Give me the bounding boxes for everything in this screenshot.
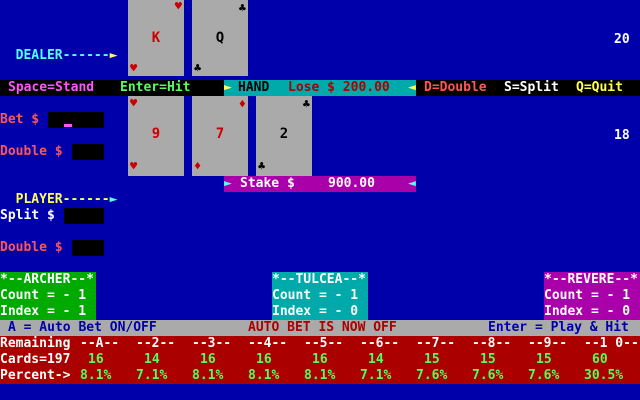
counter-count: Count = - 1	[272, 288, 359, 303]
counter-title: *--REVERE--*	[544, 272, 638, 287]
rank-header: --1 0--	[584, 336, 639, 351]
bet-cursor	[64, 124, 72, 127]
stake-value: 900.00	[328, 176, 375, 191]
stand-control[interactable]: Space=Stand	[8, 80, 94, 96]
split-field	[64, 208, 104, 224]
left-arrow-icon: ◄	[408, 80, 416, 95]
dealer-label: DEALER------►	[15, 48, 118, 63]
double-label-1: Double $	[0, 144, 63, 159]
card-percent: 7.6%	[472, 368, 504, 383]
card-percent: 8.1%	[248, 368, 280, 383]
bet-label: Bet $	[0, 112, 40, 127]
counter-title: *--TULCEA--*	[272, 272, 366, 287]
diamond-icon: ♦	[238, 97, 246, 111]
heart-icon: ♥	[130, 159, 138, 173]
diamond-icon: ♦	[194, 159, 202, 173]
table-row: Cards=197 16 14 16 16 16 14 15 15 15 60	[0, 352, 640, 368]
counter-count: Count = - 1	[0, 288, 87, 303]
rank-header: --3--	[192, 336, 232, 351]
card-count: 15	[536, 352, 552, 367]
card-count: 14	[368, 352, 384, 367]
bet-field[interactable]	[48, 112, 104, 128]
double-field-2	[72, 240, 104, 256]
card-percent: 8.1%	[304, 368, 336, 383]
rank-header: --5--	[304, 336, 344, 351]
player-card-3: ♣ 2 ♣	[256, 96, 312, 176]
rank-header: --8--	[472, 336, 512, 351]
table-row: Percent-> 8.1% 7.1% 8.1% 8.1% 8.1% 7.1% …	[0, 368, 640, 384]
player-total: 18	[614, 128, 630, 143]
club-icon: ♣	[194, 61, 202, 75]
club-icon: ♣	[258, 159, 266, 173]
counter-title: *--ARCHER--*	[0, 272, 94, 287]
card-percent: 7.6%	[416, 368, 448, 383]
hand-label: HAND	[238, 80, 270, 95]
rank-header: --7--	[416, 336, 456, 351]
card-count: 15	[424, 352, 440, 367]
card-rank: 9	[151, 126, 161, 142]
card-percent: 8.1%	[192, 368, 224, 383]
split-label: Split $	[0, 208, 55, 223]
counter-index: Index = - 0	[272, 304, 359, 319]
heart-icon: ♥	[130, 96, 138, 110]
archer-counter: *--ARCHER--* Count = - 1 Index = - 1	[0, 272, 96, 320]
card-percent: 7.1%	[360, 368, 392, 383]
card-count: 16	[200, 352, 216, 367]
card-count: 16	[88, 352, 104, 367]
club-icon: ♣	[238, 1, 246, 15]
card-percent: 7.1%	[136, 368, 168, 383]
double-label-2: Double $	[0, 240, 63, 255]
card-rank: 2	[279, 126, 289, 142]
rank-header: --6--	[360, 336, 400, 351]
club-icon: ♣	[302, 97, 310, 111]
card-percent: 7.6%	[528, 368, 560, 383]
cards-label: Cards=197	[0, 352, 71, 367]
counter-count: Count = - 1	[544, 288, 631, 303]
player-label: PLAYER------►	[15, 192, 118, 207]
double-control[interactable]: D=Double	[424, 80, 487, 96]
remaining-label: Remaining	[0, 336, 71, 351]
left-arrow-icon: ◄	[408, 176, 416, 191]
card-count: 16	[256, 352, 272, 367]
card-count: 60	[592, 352, 608, 367]
rank-header: --4--	[248, 336, 288, 351]
right-arrow-icon: ►	[224, 176, 232, 191]
autobet-status: AUTO BET IS NOW OFF	[248, 320, 397, 335]
counter-index: Index = - 1	[0, 304, 87, 319]
card-rank: 7	[215, 126, 225, 142]
card-stats-table: Remaining --A-- --2-- --3-- --4-- --5-- …	[0, 336, 640, 384]
rank-header: --9--	[528, 336, 568, 351]
stake-label: Stake $	[240, 176, 295, 191]
hit-control[interactable]: Enter=Hit	[120, 80, 190, 96]
table-row: Remaining --A-- --2-- --3-- --4-- --5-- …	[0, 336, 640, 352]
hand-result: Lose $ 200.00	[288, 80, 390, 95]
dealer-card-2: ♣ Q ♣	[192, 0, 248, 76]
card-count: 15	[480, 352, 496, 367]
player-card-1: ♥ 9 ♥	[128, 96, 184, 176]
double-field-1	[72, 144, 104, 160]
card-percent: 30.5%	[584, 368, 624, 383]
card-count: 14	[144, 352, 160, 367]
rank-header: --A--	[80, 336, 120, 351]
card-percent: 8.1%	[80, 368, 112, 383]
player-card-2: ♦ 7 ♦	[192, 96, 248, 176]
split-control[interactable]: S=Split	[504, 80, 559, 96]
dealer-card-1: ♥ K ♥	[128, 0, 184, 76]
heart-icon: ♥	[174, 0, 182, 13]
revere-counter: *--REVERE--* Count = - 1 Index = - 0	[544, 272, 640, 320]
heart-icon: ♥	[130, 61, 138, 75]
rank-header: --2--	[136, 336, 176, 351]
percent-label: Percent->	[0, 368, 71, 383]
card-count: 16	[312, 352, 328, 367]
dealer-total: 20	[614, 32, 630, 47]
quit-control[interactable]: Q=Quit	[576, 80, 623, 96]
card-rank: Q	[215, 30, 225, 46]
right-arrow-icon: ►	[224, 80, 232, 95]
tulcea-counter: *--TULCEA--* Count = - 1 Index = - 0	[272, 272, 368, 320]
autobet-toggle[interactable]: A = Auto Bet ON/OFF	[8, 320, 157, 336]
card-rank: K	[151, 30, 161, 46]
play-hit-control[interactable]: Enter = Play & Hit	[488, 320, 629, 336]
counter-index: Index = - 0	[544, 304, 631, 319]
